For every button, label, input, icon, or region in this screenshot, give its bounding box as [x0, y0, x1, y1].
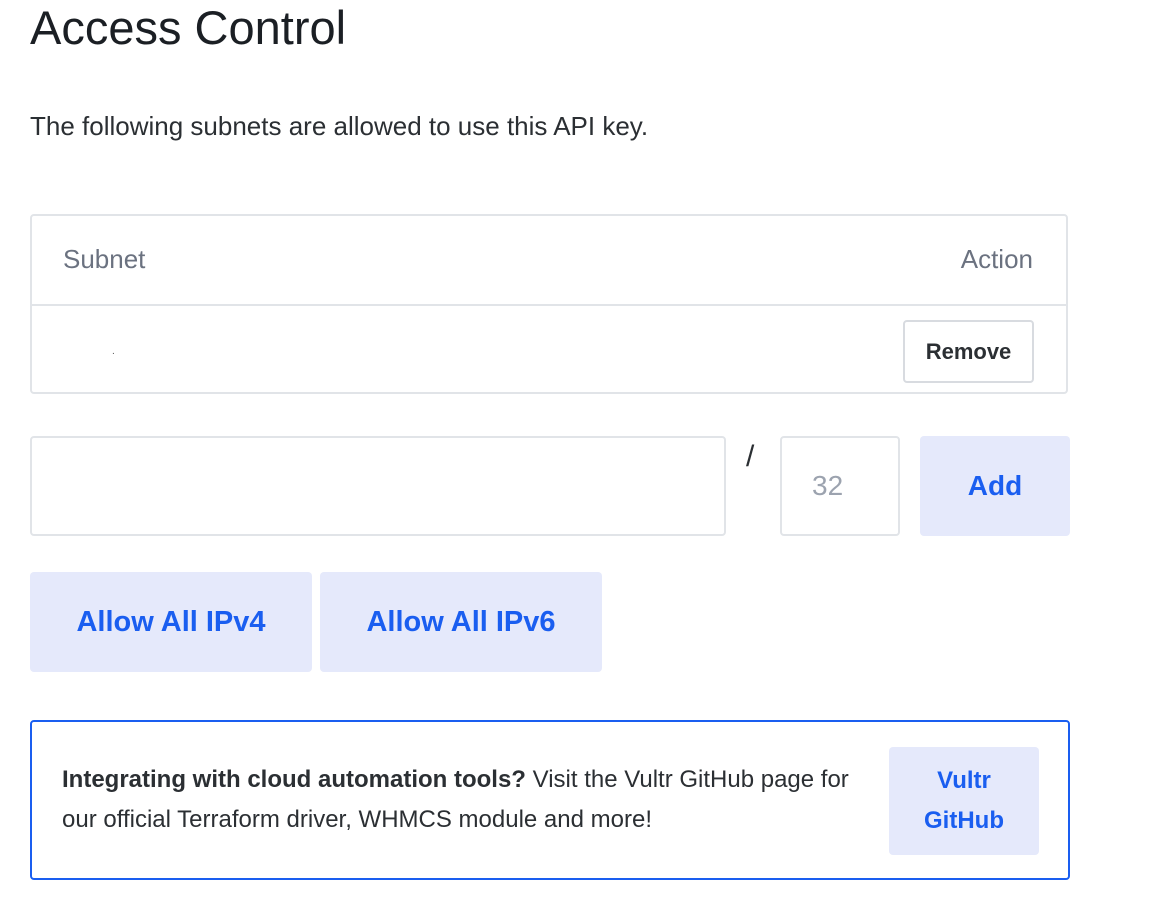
- allow-all-ipv6-button[interactable]: Allow All IPv6: [320, 572, 602, 672]
- page-title: Access Control: [30, 1, 347, 54]
- subnet-cell: .: [112, 346, 115, 357]
- github-button-line2: GitHub: [924, 807, 1004, 834]
- cidr-separator: /: [746, 440, 755, 473]
- table-row: . Remove: [32, 306, 1066, 394]
- subnet-mask-input[interactable]: [780, 436, 900, 536]
- add-subnet-button[interactable]: Add: [920, 436, 1070, 536]
- github-button-line1: Vultr: [937, 767, 991, 794]
- intro-text: The following subnets are allowed to use…: [30, 111, 649, 141]
- subnet-ip-input[interactable]: [30, 436, 726, 536]
- remove-button[interactable]: Remove: [903, 320, 1034, 383]
- access-control-page: Access Control The following subnets are…: [0, 0, 1152, 918]
- subnet-table: Subnet Action . Remove: [30, 214, 1068, 394]
- table-header: Subnet Action: [32, 216, 1066, 306]
- allow-all-ipv4-button[interactable]: Allow All IPv4: [30, 572, 312, 672]
- promo-bold-text: Integrating with cloud automation tools?: [62, 766, 526, 793]
- github-promo-box: Integrating with cloud automation tools?…: [30, 720, 1070, 880]
- promo-text: Integrating with cloud automation tools?…: [62, 760, 862, 840]
- column-header-action: Action: [960, 244, 1033, 274]
- column-header-subnet: Subnet: [63, 244, 146, 274]
- vultr-github-button[interactable]: Vultr GitHub: [889, 747, 1039, 855]
